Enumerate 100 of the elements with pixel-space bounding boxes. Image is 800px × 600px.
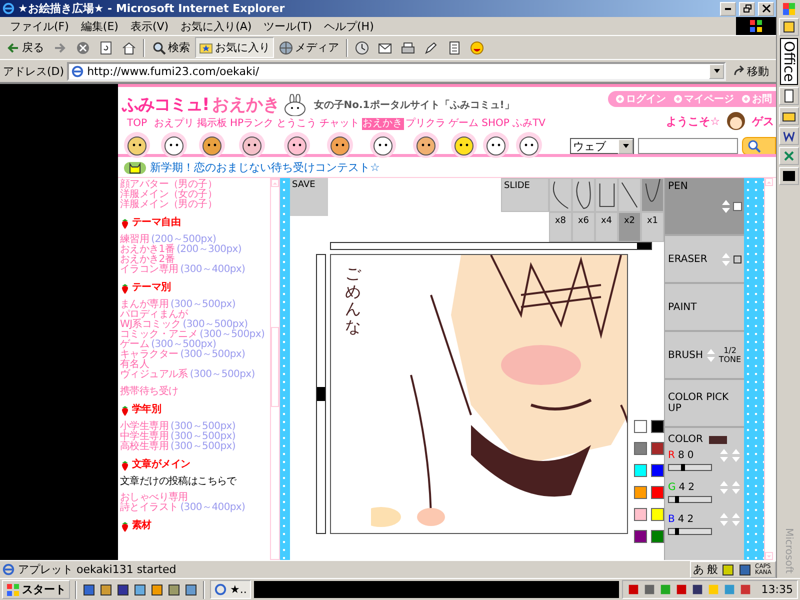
character-face-icon[interactable] (236, 130, 267, 158)
board-link[interactable]: 小学生専用 (300～500px) (120, 422, 270, 432)
zoom-button[interactable]: x4 (595, 212, 618, 242)
search-field[interactable] (638, 138, 738, 154)
character-face-icon[interactable] (324, 130, 355, 158)
palette-swatch[interactable] (651, 420, 664, 433)
restore-button[interactable] (739, 2, 755, 16)
close-button[interactable] (758, 2, 774, 16)
account-link[interactable]: ログイン (616, 92, 666, 106)
dropdown-button[interactable] (709, 64, 724, 78)
start-button[interactable]: スタート (2, 580, 70, 599)
board-link[interactable]: まんが専用 (300～500px) (120, 300, 270, 310)
zoom-button[interactable]: x1 (641, 212, 664, 242)
ime-mode[interactable]: あ (693, 562, 704, 577)
office-button[interactable] (778, 18, 798, 36)
board-link[interactable]: おえかき1番 (200～300px) (120, 245, 270, 255)
board-link[interactable]: 詩とイラスト (300～400px) (120, 503, 270, 513)
save-button[interactable]: SAVE (290, 178, 328, 216)
nav-link[interactable]: ゲーム (448, 118, 480, 130)
address-field[interactable]: http://www.fumi23.com/oekaki/ (67, 62, 726, 80)
nav-link[interactable]: チャット (318, 118, 361, 130)
horizontal-scrollbar[interactable] (330, 242, 652, 250)
office-button[interactable] (778, 86, 798, 105)
character-face-icon[interactable] (480, 130, 511, 158)
slider-thumb[interactable] (681, 464, 686, 471)
news-link[interactable]: 新学期！恋のおまじない待ち受けコンテスト☆ (150, 160, 380, 174)
palette-swatch[interactable] (651, 486, 664, 499)
toolbar-button[interactable]: 検索 (148, 37, 194, 58)
character-face-icon[interactable] (159, 130, 189, 158)
board-link[interactable]: ゲーム (300～500px) (120, 340, 270, 350)
toolbar-button[interactable]: メディア (275, 37, 343, 58)
character-face-icon[interactable] (410, 130, 441, 158)
board-link[interactable]: 中学生専用 (300～500px) (120, 432, 270, 442)
search-scope-select[interactable]: ウェブ (570, 138, 634, 154)
nav-link[interactable]: ふみTV (512, 118, 547, 130)
menu-item[interactable]: 編集(E) (74, 18, 124, 34)
nav-link[interactable]: おえかき (362, 118, 404, 130)
slider-thumb[interactable] (675, 528, 680, 535)
board-link[interactable]: 洋服メイン（女の子） (120, 190, 270, 200)
palette-swatch[interactable] (634, 508, 647, 521)
account-link[interactable]: お問 (742, 92, 772, 106)
toolbar-button[interactable]: 戻る (2, 37, 48, 58)
board-link[interactable]: パロディまんが (120, 310, 270, 320)
character-face-icon[interactable] (368, 130, 398, 158)
board-link[interactable]: 携帯待ち受け (120, 387, 270, 397)
curve-tool-button[interactable] (641, 178, 664, 212)
nav-link[interactable]: とうこう (276, 118, 318, 130)
board-link[interactable]: WJ系コミック (300～500px) (120, 320, 270, 330)
palette-swatch[interactable] (651, 530, 664, 543)
board-link[interactable]: キャラクター (300～500px) (120, 350, 270, 360)
board-link[interactable]: コミック・アニメ (300～500px) (120, 330, 270, 340)
taskbar-button[interactable]: ★.. (210, 580, 251, 599)
palette-swatch[interactable] (634, 530, 647, 543)
menu-item[interactable]: お気に入り(A) (174, 18, 258, 34)
palette-swatch[interactable] (651, 508, 664, 521)
character-face-icon[interactable] (514, 130, 544, 158)
account-link[interactable]: マイページ (674, 92, 734, 106)
board-link[interactable]: イラコン専用 (300～400px) (120, 265, 270, 275)
menu-item[interactable]: 表示(V) (124, 18, 175, 34)
tool-button[interactable]: PEN (665, 178, 744, 236)
menu-item[interactable]: ファイル(F) (4, 18, 75, 34)
nav-link[interactable]: プリクラ (404, 118, 447, 130)
go-button[interactable]: 移動 (729, 62, 773, 80)
character-face-icon[interactable] (282, 130, 312, 158)
board-link[interactable]: 洋服メイン（男の子） (120, 200, 270, 210)
nav-link[interactable]: HPランク (229, 118, 275, 130)
character-face-icon[interactable] (197, 130, 227, 158)
minimize-button[interactable] (720, 2, 736, 16)
menu-item[interactable]: ツール(T) (258, 18, 318, 34)
board-link[interactable]: 高校生専用 (300～500px) (120, 442, 270, 452)
nav-link[interactable]: おえプリ (153, 118, 195, 130)
menu-item[interactable]: ヘルプ(H) (318, 18, 380, 34)
curve-tool-button[interactable] (595, 178, 618, 212)
site-logo[interactable]: ふみコミュ! (122, 93, 209, 116)
zoom-button[interactable]: x8 (549, 212, 572, 242)
palette-swatch[interactable] (634, 420, 647, 433)
board-link[interactable]: おえかき2番 (120, 255, 270, 265)
curve-tool-button[interactable] (572, 178, 595, 212)
toolbar-button[interactable]: お気に入り (195, 37, 274, 58)
channel-slider[interactable] (668, 496, 712, 503)
curve-tool-button[interactable] (549, 178, 572, 212)
office-button[interactable] (778, 126, 798, 145)
board-link[interactable]: 顔アバター（男の子） (120, 180, 270, 190)
search-button[interactable] (742, 137, 776, 154)
ime-mode[interactable]: 般 (707, 562, 718, 577)
office-button[interactable] (778, 166, 798, 185)
palette-swatch[interactable] (634, 464, 647, 477)
slider-thumb[interactable] (675, 496, 680, 503)
palette-swatch[interactable] (651, 464, 664, 477)
office-button[interactable] (778, 106, 798, 125)
character-face-icon[interactable] (448, 130, 479, 158)
nav-link[interactable]: SHOP (480, 118, 510, 130)
channel-slider[interactable] (668, 528, 712, 535)
vertical-scrollbar[interactable] (316, 254, 326, 534)
channel-slider[interactable] (668, 464, 712, 471)
board-link[interactable]: おしゃべり専用 (120, 493, 270, 503)
scrollbar[interactable] (270, 178, 280, 560)
scroll-thumb[interactable] (271, 327, 279, 407)
palette-swatch[interactable] (634, 442, 647, 455)
nav-link[interactable]: TOP (126, 118, 148, 130)
